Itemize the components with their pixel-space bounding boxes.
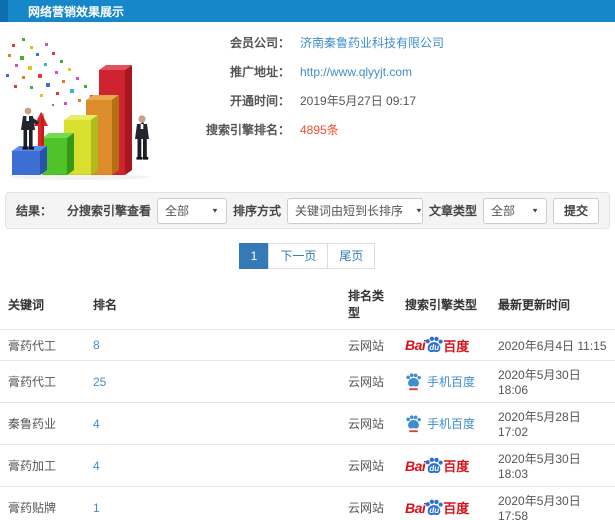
chevron-down-icon: ▼ [211,206,219,215]
submit-button[interactable]: 提交 [552,197,599,224]
updated-time-text: 2020年5月30日 18:03 [498,452,581,481]
keyword-text: 膏药代工 [8,375,57,389]
page-1-button[interactable]: 1 [238,243,270,269]
company-name-link[interactable]: 济南秦鲁药业科技有限公司 [300,36,444,50]
result-label: 结果： [16,204,53,218]
rank-type-text: 云网站 [348,375,385,389]
col-rank: 排名 [93,297,118,312]
table-row: 膏药代工 8 云网站 Bai du 百度 2020年6月4日 11:15 [0,329,615,361]
rank-type-text: 云网站 [348,417,385,431]
company-info-list: 会员公司： 济南秦鲁药业科技有限公司 推广地址： http://www.qlyy… [172,30,444,182]
promo-url-label: 推广地址： [229,65,290,79]
bar-chart-illustration [0,30,172,182]
col-rank-type: 排名类型 [348,289,385,320]
keyword-text: 膏药贴牌 [8,501,57,515]
open-time-label: 开通时间： [229,94,290,108]
baidu-paw-icon: du [424,335,444,355]
col-updated: 最新更新时间 [498,297,571,312]
rank-type-text: 云网站 [348,459,385,473]
col-keyword: 关键词 [8,297,45,312]
rank-count-label: 搜索引擎排名： [205,123,290,137]
updated-time-text: 2020年5月28日 17:02 [498,410,581,439]
pagination: 1 下一页 尾页 [0,243,615,269]
baidu-logo[interactable]: Bai du 百度 [405,498,486,518]
baidu-paw-icon: du [424,456,444,476]
info-row-url: 推广地址： http://www.qlyyjt.com [172,65,444,79]
info-row-rank-count: 搜索引擎排名： 4895条 [172,123,444,137]
rank-count-value: 4895条 [300,123,339,137]
table-row: 膏药贴牌 1 云网站 Bai du 百度 2020年5月30日 17:58 [0,486,615,520]
rank-link[interactable]: 4 [93,459,100,473]
mobile-baidu-logo[interactable]: 手机百度 [405,414,486,433]
col-engine-type: 搜索引擎类型 [405,297,478,312]
last-page-button[interactable]: 尾页 [327,243,376,269]
table-row: 秦鲁药业 4 云网站 手机百度 2020年5月28日 17:02 [0,402,615,445]
keyword-text: 膏药代工 [8,338,57,353]
rank-type-text: 云网站 [348,501,385,515]
updated-time-text: 2020年5月30日 17:58 [498,494,581,520]
article-type-select[interactable]: 全部 ▼ [482,197,547,224]
mobile-baidu-paw-icon [405,414,422,433]
rankings-table: 关键词 排名 排名类型 搜索引擎类型 最新更新时间 膏药代工 8 云网站 Bai du 百… [0,279,615,520]
keyword-text: 膏药加工 [8,459,57,473]
bar-blue [12,146,47,175]
filter-bar: 结果： 分搜索引擎查看 全部 ▼ 排序方式 关键词由短到长排序 ▼ 文章类型 全… [5,192,610,229]
chevron-down-icon: ▼ [414,206,423,215]
promo-url-link[interactable]: http://www.qlyyjt.com [300,65,412,79]
baidu-paw-icon: du [424,498,444,518]
table-row: 膏药加工 4 云网站 Bai du 百度 2020年5月30日 18:03 [0,444,615,487]
article-type-label: 文章类型 [428,204,477,218]
mobile-baidu-logo[interactable]: 手机百度 [405,372,486,391]
rank-link[interactable]: 8 [93,338,100,352]
info-row-company: 会员公司： 济南秦鲁药业科技有限公司 [172,36,444,50]
company-label: 会员公司： [229,36,290,50]
open-time-value: 2019年5月27日 09:17 [300,94,417,108]
table-row: 膏药代工 25 云网站 手机百度 2020年5月30日 18:06 [0,360,615,403]
sort-filter-label: 排序方式 [232,204,281,218]
engine-filter-label: 分搜索引擎查看 [66,204,151,218]
page-title: 网络营销效果展示 [28,4,125,19]
filter-controls: 分搜索引擎查看 全部 ▼ 排序方式 关键词由短到长排序 ▼ 文章类型 全部 ▼ … [66,197,599,224]
chevron-down-icon: ▼ [531,206,539,215]
next-page-button[interactable]: 下一页 [268,243,329,269]
keyword-text: 秦鲁药业 [8,417,57,431]
baidu-logo[interactable]: Bai du 百度 [405,335,486,355]
rank-link[interactable]: 4 [93,417,100,431]
app-header: 网络营销效果展示 [0,0,615,22]
rank-link[interactable]: 1 [93,501,100,515]
updated-time-text: 2020年6月4日 11:15 [498,338,607,353]
businessman-right [135,115,149,160]
baidu-logo[interactable]: Bai du 百度 [405,456,486,476]
info-row-open-time: 开通时间： 2019年5月27日 09:17 [172,94,444,108]
company-info-section: 会员公司： 济南秦鲁药业科技有限公司 推广地址： http://www.qlyy… [0,22,615,186]
rank-type-text: 云网站 [348,338,385,353]
sort-select[interactable]: 关键词由短到长排序 ▼ [286,197,423,224]
rank-link[interactable]: 25 [93,375,106,389]
table-header-row: 关键词 排名 排名类型 搜索引擎类型 最新更新时间 [0,279,615,330]
mobile-baidu-paw-icon [405,372,422,391]
businessman-left [21,107,39,150]
updated-time-text: 2020年5月30日 18:06 [498,368,581,397]
engine-select[interactable]: 全部 ▼ [156,197,227,224]
